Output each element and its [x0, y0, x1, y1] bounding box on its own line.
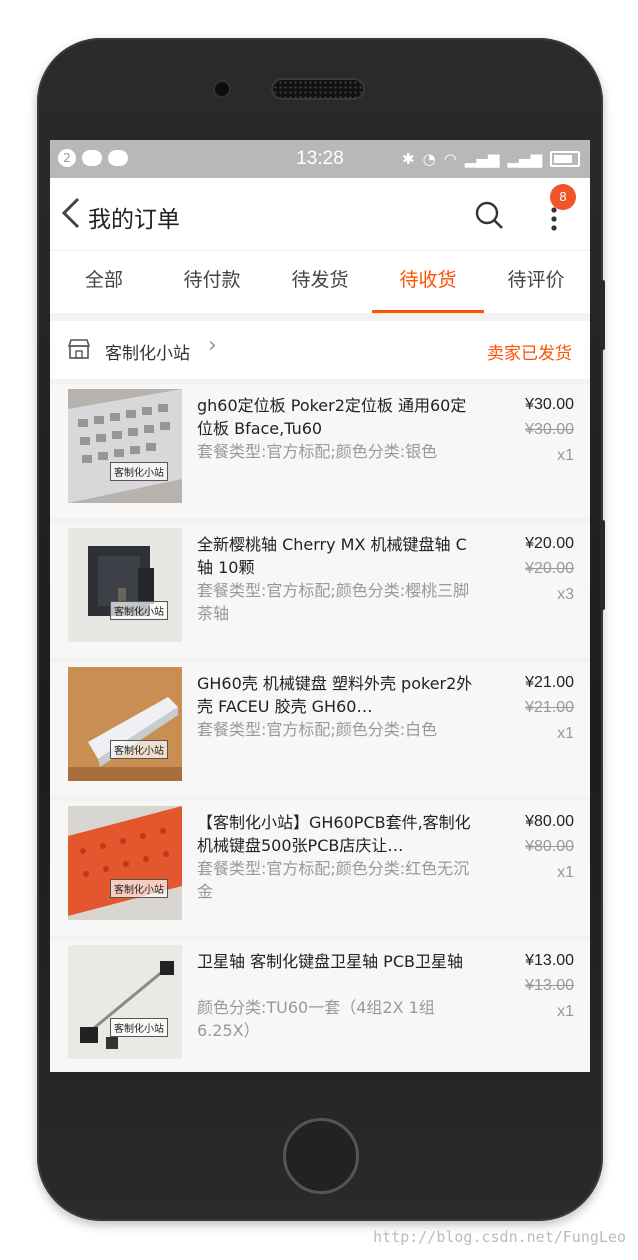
earpiece-speaker [273, 80, 363, 98]
message-badge: 8 [550, 184, 576, 210]
tab-pending-review[interactable]: 待评价 [482, 251, 590, 313]
item-price: ¥80.00 [525, 813, 574, 830]
item-original-price: ¥21.00 [525, 699, 574, 716]
shop-icon [67, 339, 91, 359]
item-price: ¥30.00 [525, 396, 574, 413]
item-spec: 套餐类型:官方标配;颜色分类:白色 [197, 720, 438, 739]
home-button[interactable] [283, 1118, 359, 1194]
order-item[interactable]: 客制化小站 全新樱桃轴 Cherry MX 机械键盘轴 C轴 10颗 套餐类型:… [50, 523, 590, 657]
order-tabs: 全部 待付款 待发货 待收货 待评价 [50, 250, 590, 313]
product-image: 客制化小站 [68, 667, 182, 781]
status-right-icons: ✱ ◔ ◠ ▂▄▆ ▂▄▆ [402, 150, 580, 168]
front-camera [215, 82, 229, 96]
image-watermark: 客制化小站 [110, 1018, 168, 1037]
item-quantity: x3 [557, 586, 574, 603]
item-title[interactable]: GH60壳 机械键盘 塑料外壳 poker2外壳 FACEU 胶壳 GH60… [197, 672, 479, 718]
item-spec: 套餐类型:官方标配;颜色分类:樱桃三脚茶轴 [197, 581, 470, 623]
tab-pending-receipt[interactable]: 待收货 [372, 251, 484, 313]
product-image: 客制化小站 [68, 528, 182, 642]
item-title[interactable]: 卫星轴 客制化键盘卫星轴 PCB卫星轴 [197, 950, 479, 973]
page-title: 我的订单 [88, 207, 180, 233]
order-item[interactable]: 客制化小站 gh60定位板 Poker2定位板 通用60定位板 Bface,Tu… [50, 384, 590, 518]
shop-header[interactable]: 客制化小站 › 卖家已发货 [50, 321, 590, 379]
product-image: 客制化小站 [68, 389, 182, 503]
order-item[interactable]: 客制化小站 【客制化小站】GH60PCB套件,客制化机械键盘500张PCB店庆让… [50, 801, 590, 935]
item-quantity: x1 [557, 447, 574, 464]
back-icon[interactable] [56, 196, 86, 232]
item-title[interactable]: 全新樱桃轴 Cherry MX 机械键盘轴 C轴 10颗 [197, 533, 479, 579]
image-watermark: 客制化小站 [110, 740, 168, 759]
item-quantity: x1 [557, 725, 574, 742]
item-original-price: ¥20.00 [525, 560, 574, 577]
screen: 2 13:28 ✱ ◔ ◠ ▂▄▆ ▂▄▆ 我的订单 8 全部 待付款 待发货 … [50, 140, 590, 1072]
order-status: 卖家已发货 [487, 344, 572, 364]
item-original-price: ¥80.00 [525, 838, 574, 855]
item-quantity: x1 [557, 864, 574, 881]
image-watermark: 客制化小站 [110, 601, 168, 620]
item-title[interactable]: gh60定位板 Poker2定位板 通用60定位板 Bface,Tu60 [197, 394, 479, 440]
search-icon[interactable] [474, 200, 504, 230]
item-title[interactable]: 【客制化小站】GH60PCB套件,客制化机械键盘500张PCB店庆让… [197, 811, 479, 857]
image-watermark: 客制化小站 [110, 462, 168, 481]
shop-name[interactable]: 客制化小站 [105, 339, 190, 364]
tab-pending-shipment[interactable]: 待发货 [266, 251, 374, 313]
image-watermark: 客制化小站 [110, 879, 168, 898]
item-original-price: ¥13.00 [525, 977, 574, 994]
product-image: 客制化小站 [68, 806, 182, 920]
signal-2-icon: ▂▄▆ [507, 150, 542, 168]
power-button [600, 520, 605, 610]
bluetooth-icon: ✱ [402, 150, 415, 168]
status-bar: 2 13:28 ✱ ◔ ◠ ▂▄▆ ▂▄▆ [50, 140, 590, 178]
item-price: ¥13.00 [525, 952, 574, 969]
alarm-icon: ◔ [422, 150, 436, 168]
item-spec: 套餐类型:官方标配;颜色分类:银色 [197, 442, 438, 461]
order-item[interactable]: 客制化小站 卫星轴 客制化键盘卫星轴 PCB卫星轴 颜色分类:TU60一套（4组… [50, 940, 590, 1072]
item-spec: 颜色分类:TU60一套（4组2X 1组6.25X） [197, 998, 435, 1040]
signal-icon: ▂▄▆ [464, 150, 500, 168]
order-item[interactable]: 客制化小站 GH60壳 机械键盘 塑料外壳 poker2外壳 FACEU 胶壳 … [50, 662, 590, 796]
tab-pending-payment[interactable]: 待付款 [158, 251, 266, 313]
page-watermark: http://blog.csdn.net/FungLeo [373, 1228, 626, 1246]
item-price: ¥21.00 [525, 674, 574, 691]
chevron-right-icon: › [208, 333, 217, 358]
item-price: ¥20.00 [525, 535, 574, 552]
battery-icon [550, 151, 580, 167]
item-original-price: ¥30.00 [525, 421, 574, 438]
wifi-icon: ◠ [443, 150, 457, 168]
volume-button [600, 280, 605, 350]
item-spec: 套餐类型:官方标配;颜色分类:红色无沉金 [197, 859, 470, 901]
title-bar: 我的订单 8 [50, 178, 590, 250]
item-quantity: x1 [557, 1003, 574, 1020]
product-image: 客制化小站 [68, 945, 182, 1059]
tab-all[interactable]: 全部 [50, 251, 158, 313]
